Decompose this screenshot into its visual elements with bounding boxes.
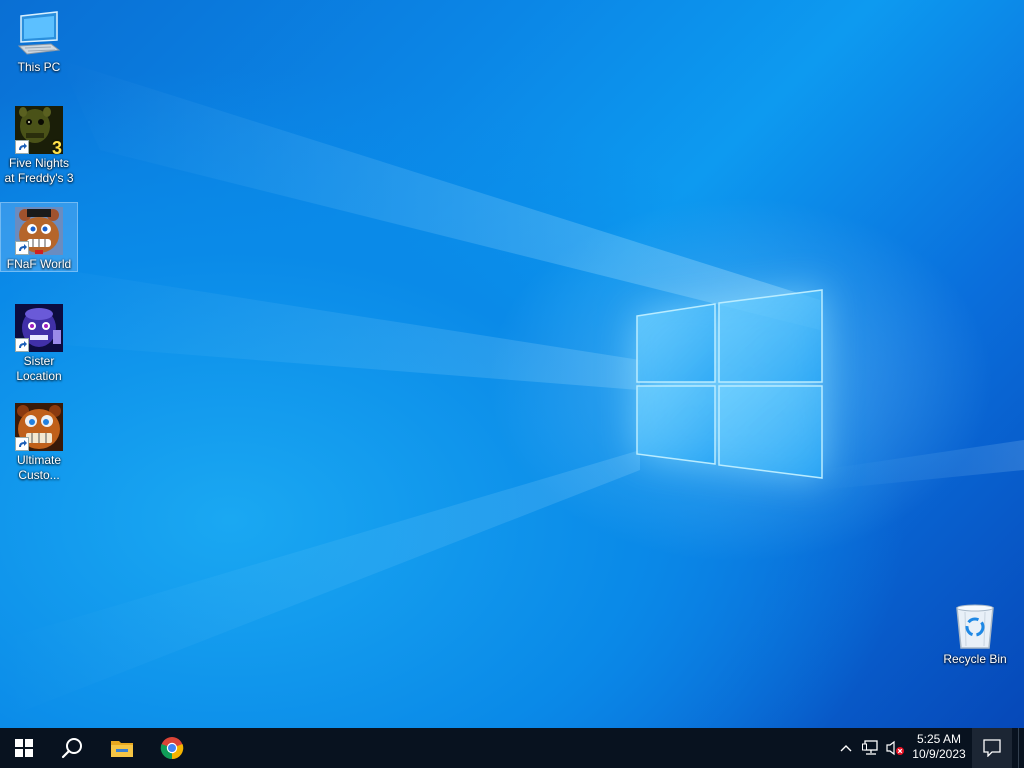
chrome-button[interactable] [148,728,196,768]
desktop-icon-label: Five Nights at Freddy's 3 [4,156,74,185]
desktop-icon-label: Sister Location [16,354,62,383]
folder-icon [111,741,133,757]
desktop[interactable]: This PC 3 Five Nights at Freddy's 3 FNaF… [0,0,1024,728]
windows-start-icon [15,739,33,757]
fnaf-world-game-icon [15,207,63,255]
show-hidden-icons-button[interactable] [836,728,856,768]
action-center-button[interactable] [972,728,1012,768]
desktop-icon-label: Ultimate Custo... [16,453,61,482]
desktop-icon-ultimate-custom-night[interactable]: Ultimate Custo... [1,399,77,486]
clock-date: 10/9/2023 [912,747,966,761]
desktop-icon-fnaf3[interactable]: 3 Five Nights at Freddy's 3 [1,102,77,189]
wallpaper-light-beams [0,60,1024,720]
computer-icon [15,10,63,58]
search-button[interactable] [48,728,96,768]
desktop-icon-label: This PC [17,60,61,74]
shortcut-arrow-icon [15,140,29,154]
desktop-icon-label: FNaF World [6,257,72,271]
file-explorer-button[interactable] [98,728,146,768]
desktop-icon-sister-location[interactable]: Sister Location [1,300,77,387]
shortcut-arrow-icon [15,437,29,451]
clock-time: 5:25 AM [916,732,962,746]
notification-icon [983,739,1001,757]
shortcut-arrow-icon [15,338,29,352]
desktop-icon-label: Recycle Bin [943,652,1007,666]
start-button[interactable] [0,728,48,768]
network-button[interactable] [860,728,882,768]
volume-muted-icon [886,740,904,756]
fnaf3-game-icon: 3 [15,106,63,158]
clock-button[interactable]: 5:25 AM 10/9/2023 [908,728,970,768]
chrome-icon [160,737,184,760]
chevron-up-icon [840,745,852,752]
desktop-icon-this-pc[interactable]: This PC [1,6,77,78]
fnaf3-badge: 3 [51,138,62,158]
recycle-bin-icon [951,602,999,650]
sister-location-game-icon [15,304,63,352]
volume-button[interactable] [884,728,906,768]
taskbar: 5:25 AM 10/9/2023 [0,728,1024,768]
windows-wallpaper-logo [636,289,823,479]
ultimate-custom-night-game-icon [15,403,63,451]
desktop-icon-recycle-bin[interactable]: Recycle Bin [937,598,1013,670]
desktop-icon-fnaf-world[interactable]: FNaF World [0,202,78,272]
network-icon [862,740,878,755]
search-icon [61,738,82,759]
show-desktop-button[interactable] [1018,728,1024,768]
shortcut-arrow-icon [15,241,29,255]
